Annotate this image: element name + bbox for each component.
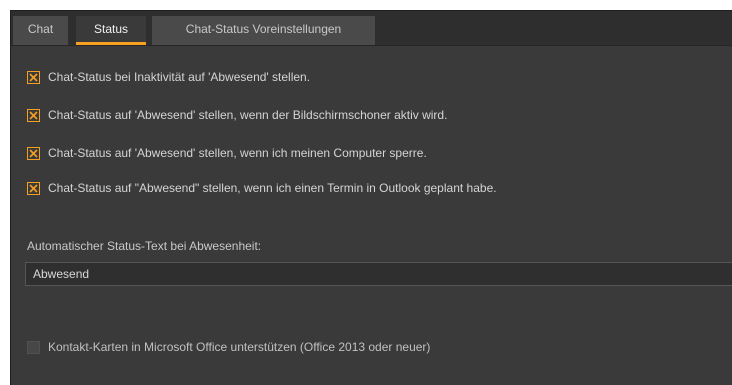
check-icon xyxy=(29,72,38,82)
checkbox-lock[interactable] xyxy=(27,146,40,160)
tab-status[interactable]: Status xyxy=(76,16,146,45)
option-lock-label: Chat-Status auf 'Abwesend' stellen, wenn… xyxy=(48,146,427,160)
option-outlook[interactable]: Chat-Status auf "Abwesend" stellen, wenn… xyxy=(27,180,497,196)
tab-bar: Chat Status Chat-Status Voreinstellungen xyxy=(11,11,732,46)
checkbox-contact-cards[interactable] xyxy=(27,340,40,354)
option-screensaver[interactable]: Chat-Status auf 'Abwesend' stellen, wenn… xyxy=(27,107,447,123)
away-text-input[interactable] xyxy=(25,262,732,286)
tab-chat[interactable]: Chat xyxy=(13,16,68,45)
option-contact-cards-label: Kontakt-Karten in Microsoft Office unter… xyxy=(48,340,431,354)
settings-panel: Chat Status Chat-Status Voreinstellungen… xyxy=(10,10,732,385)
option-lock[interactable]: Chat-Status auf 'Abwesend' stellen, wenn… xyxy=(27,145,427,161)
checkbox-inactivity[interactable] xyxy=(27,70,40,84)
option-screensaver-label: Chat-Status auf 'Abwesend' stellen, wenn… xyxy=(48,108,448,122)
checkbox-screensaver[interactable] xyxy=(27,108,40,122)
tab-chat-status-presets[interactable]: Chat-Status Voreinstellungen xyxy=(152,16,375,45)
check-icon xyxy=(29,148,38,158)
check-icon xyxy=(29,183,38,193)
option-inactivity[interactable]: Chat-Status bei Inaktivität auf 'Abwesen… xyxy=(27,69,310,85)
option-contact-cards[interactable]: Kontakt-Karten in Microsoft Office unter… xyxy=(27,339,430,355)
check-icon xyxy=(29,110,38,120)
option-inactivity-label: Chat-Status bei Inaktivität auf 'Abwesen… xyxy=(48,70,311,84)
away-text-label: Automatischer Status-Text bei Abwesenhei… xyxy=(27,239,262,253)
checkbox-outlook[interactable] xyxy=(27,181,40,195)
option-outlook-label: Chat-Status auf "Abwesend" stellen, wenn… xyxy=(48,181,497,195)
